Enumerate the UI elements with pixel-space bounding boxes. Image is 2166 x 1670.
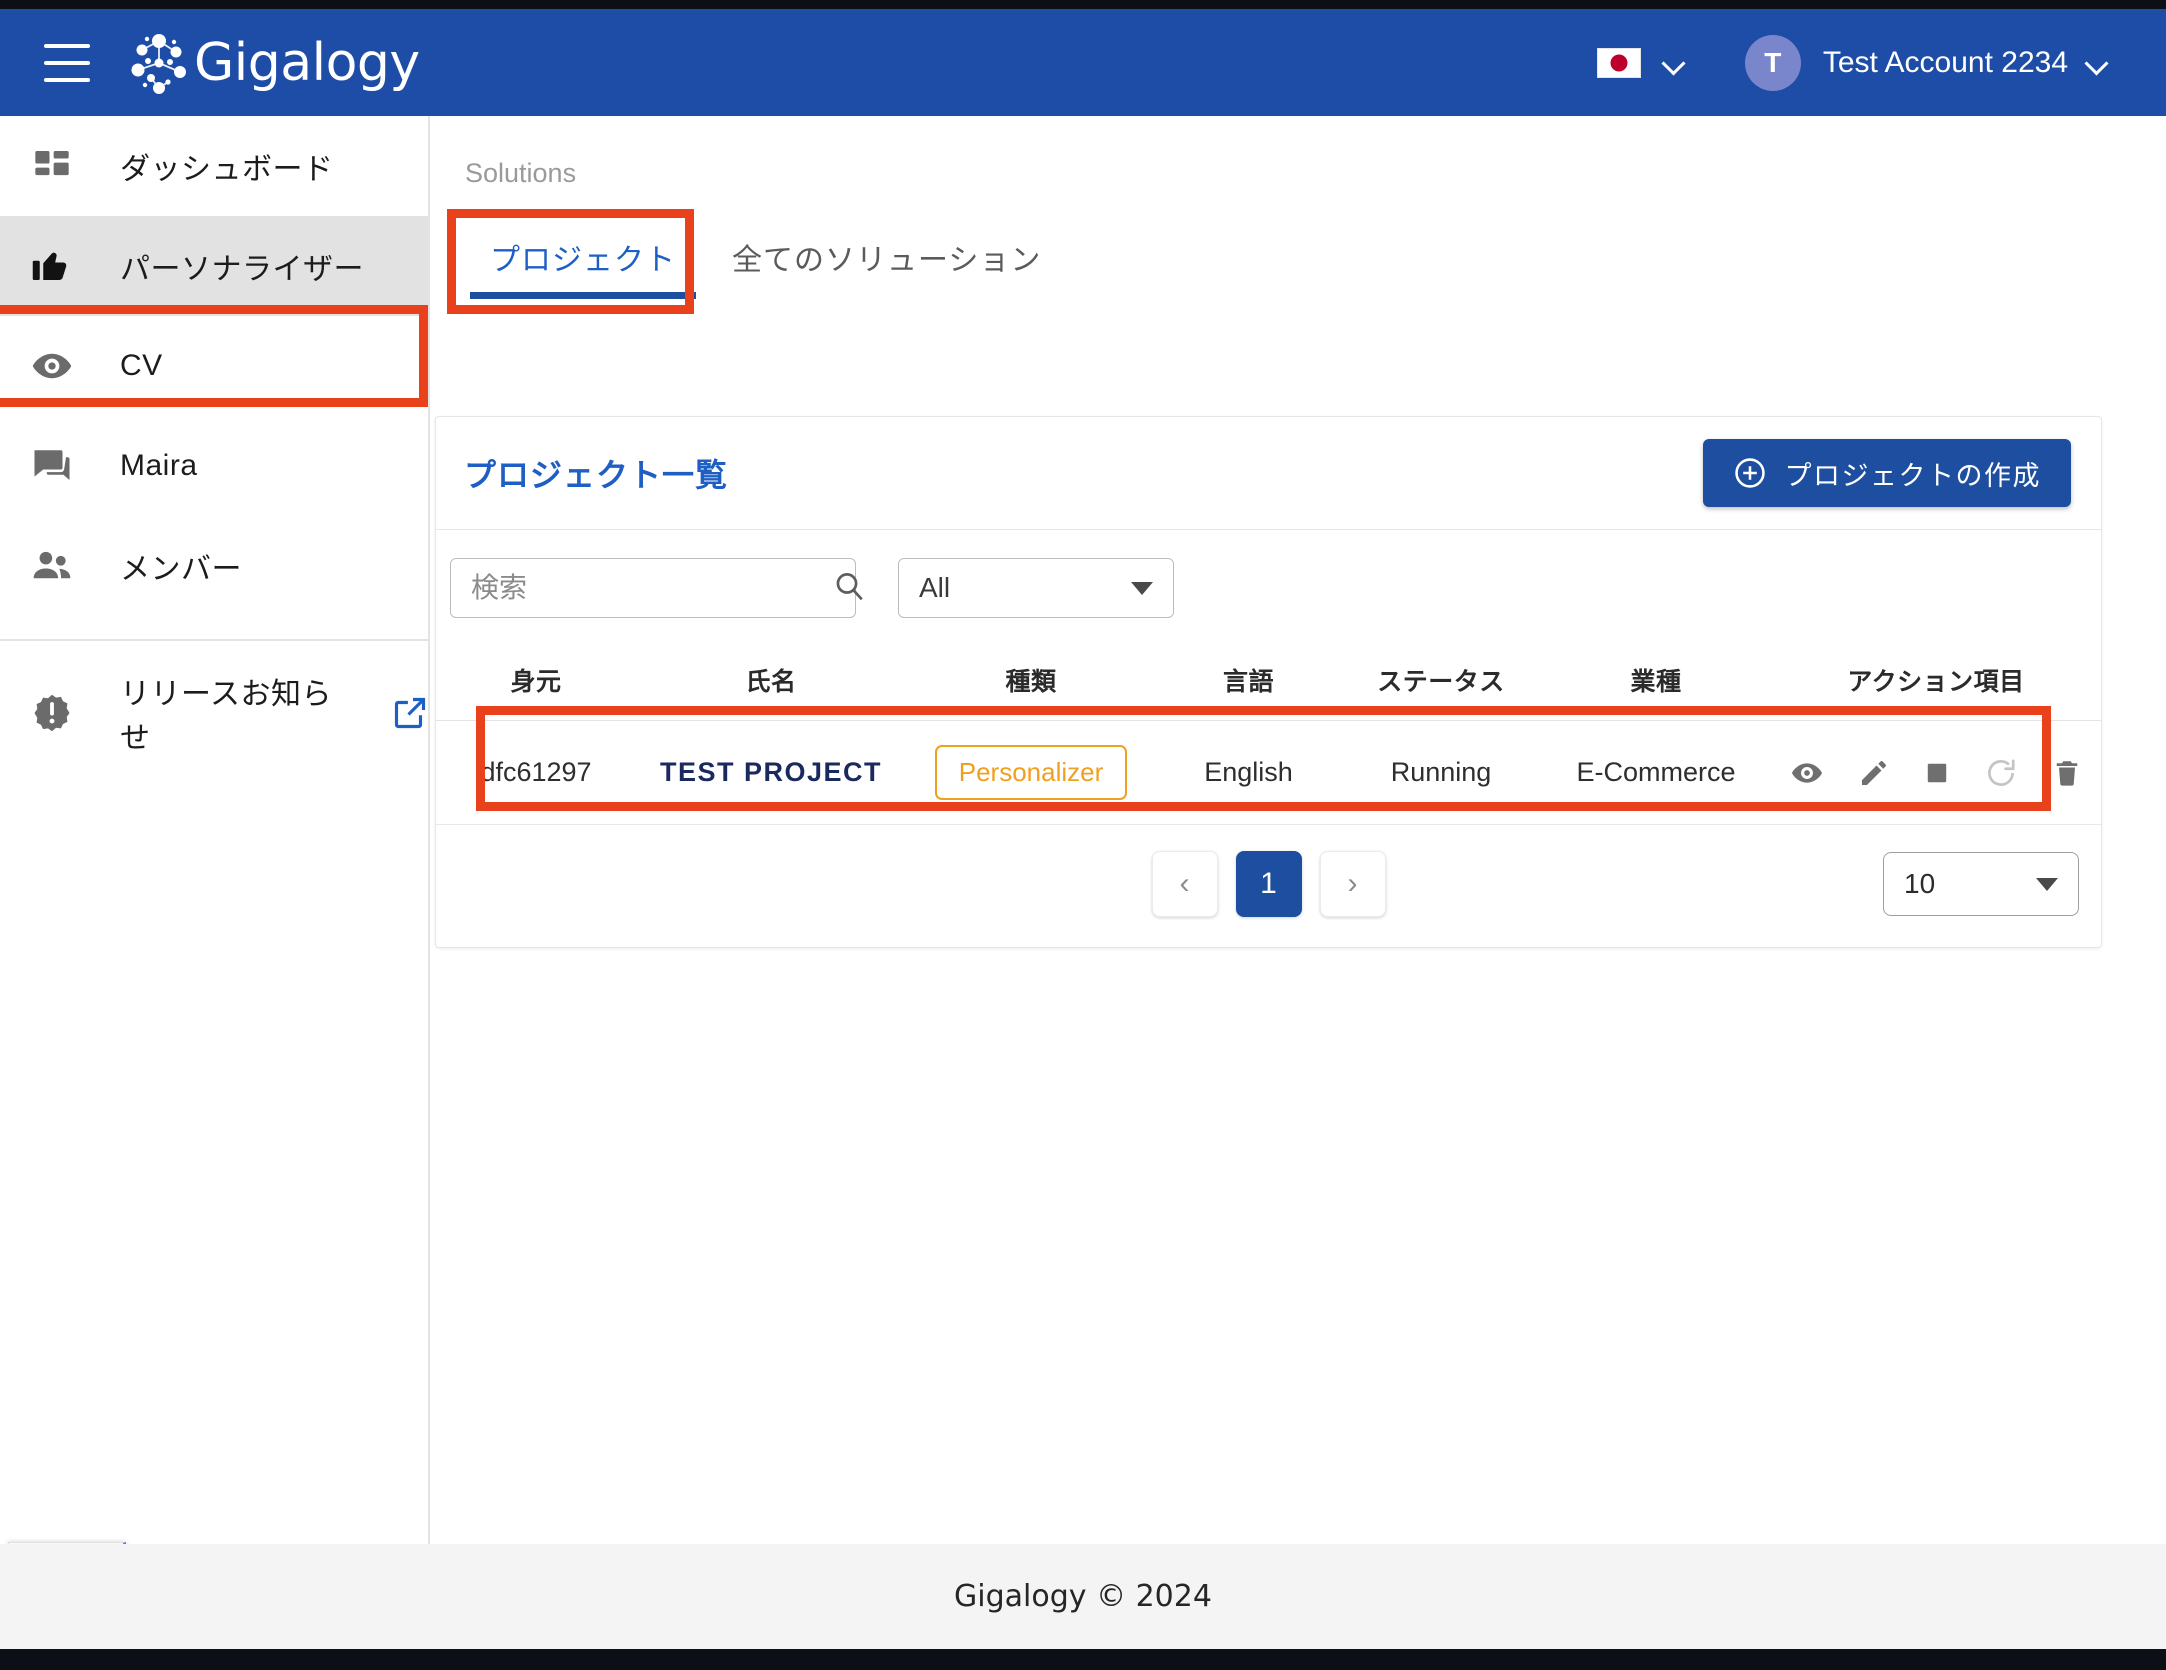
chevron-down-icon [2036, 878, 2058, 891]
column-header-name: 氏名 [636, 646, 906, 721]
column-header-type: 種類 [906, 646, 1156, 721]
cell-id: dfc61297 [436, 721, 636, 825]
delete-icon[interactable] [2052, 758, 2082, 788]
thumbs-up-icon [22, 242, 82, 290]
cell-language: English [1156, 721, 1341, 825]
create-project-button[interactable]: プロジェクトの作成 [1703, 439, 2072, 507]
sidebar-item-label: CV [120, 349, 163, 383]
type-filter-select[interactable]: All [898, 558, 1174, 618]
chevron-down-icon [1131, 582, 1153, 595]
external-link-icon[interactable] [392, 695, 428, 731]
avatar: T [1745, 35, 1801, 91]
sidebar-item-members[interactable]: メンバー [0, 516, 428, 616]
pagination-prev-button[interactable]: ‹ [1152, 851, 1218, 917]
tab-all-solutions[interactable]: 全てのソリューション [704, 235, 1069, 299]
sidebar-item-label: パーソナライザー [120, 244, 364, 288]
type-badge[interactable]: Personalizer [935, 745, 1128, 800]
card-header: プロジェクト一覧 プロジェクトの作成 [436, 417, 2101, 529]
column-header-industry: 業種 [1541, 646, 1771, 721]
footer-copyright: Gigalogy © 2024 [954, 1579, 1212, 1614]
tab-bar: プロジェクト 全てのソリューション [462, 213, 2166, 299]
sidebar-item-label: メンバー [120, 544, 242, 588]
account-name: Test Account 2234 [1823, 46, 2068, 80]
sidebar-item-label: リリースお知らせ [120, 669, 356, 757]
rows-per-page-select[interactable]: 10 [1883, 852, 2079, 916]
card-title: プロジェクト一覧 [464, 450, 728, 496]
restart-icon [1984, 756, 2018, 790]
pagination-controls: ‹ 1 › [1152, 851, 1386, 917]
header-actions: T Test Account 2234 [1597, 35, 2108, 91]
pagination-next-button[interactable]: › [1320, 851, 1386, 917]
tab-projects[interactable]: プロジェクト [462, 235, 704, 299]
sidebar-item-cv[interactable]: CV [0, 316, 428, 416]
hamburger-icon[interactable] [44, 44, 90, 82]
main-content: Solutions プロジェクト 全てのソリューション プロジェクト一覧 プロジ… [432, 116, 2166, 1544]
projects-table: 身元 氏名 種類 言語 ステータス 業種 アクション項目 dfc61297 TE… [436, 646, 2101, 825]
type-filter-value: All [919, 572, 1131, 604]
column-header-id: 身元 [436, 646, 636, 721]
table-row: dfc61297 TEST PROJECT Personalizer Engli… [436, 721, 2101, 825]
sidebar-item-maira[interactable]: Maira [0, 416, 428, 516]
sidebar-item-personalizer[interactable]: パーソナライザー [0, 216, 428, 316]
app-window: Gigalogy T Test Account 2234 [0, 9, 2166, 1649]
column-header-language: 言語 [1156, 646, 1341, 721]
create-project-label: プロジェクトの作成 [1785, 454, 2042, 493]
view-icon[interactable] [1790, 756, 1824, 790]
search-input[interactable] [471, 572, 832, 604]
people-icon [22, 542, 82, 590]
projects-card: プロジェクト一覧 プロジェクトの作成 [435, 416, 2102, 948]
rows-per-page-value: 10 [1904, 868, 2036, 900]
alert-badge-icon [22, 689, 82, 737]
gigalogy-mark-icon [126, 30, 192, 96]
eye-icon [22, 342, 82, 390]
sidebar: ダッシュボード パーソナライザー CV [0, 116, 430, 1544]
cell-status: Running [1341, 721, 1541, 825]
chevron-down-icon [1663, 52, 1685, 74]
stop-icon[interactable] [1924, 760, 1950, 786]
project-name-link[interactable]: TEST PROJECT [660, 757, 882, 787]
sidebar-item-dashboard[interactable]: ダッシュボード [0, 116, 428, 216]
japan-flag-icon [1597, 48, 1641, 78]
plus-circle-icon [1733, 456, 1767, 490]
search-icon [832, 569, 866, 608]
cell-industry: E-Commerce [1541, 721, 1771, 825]
sidebar-divider [0, 639, 428, 641]
chevron-down-icon [2086, 52, 2108, 74]
brand-logo[interactable]: Gigalogy [126, 30, 420, 96]
row-actions [1771, 756, 2101, 790]
sidebar-item-label: Maira [120, 449, 198, 483]
table-header-row: 身元 氏名 種類 言語 ステータス 業種 アクション項目 [436, 646, 2101, 721]
account-menu[interactable]: T Test Account 2234 [1745, 35, 2108, 91]
sidebar-item-release-notes[interactable]: リリースお知らせ [0, 663, 428, 763]
dashboard-icon [22, 142, 82, 190]
pagination-page-1[interactable]: 1 [1236, 851, 1302, 917]
column-header-actions: アクション項目 [1771, 646, 2101, 721]
app-header: Gigalogy T Test Account 2234 [0, 9, 2166, 116]
brand-name: Gigalogy [194, 33, 420, 93]
search-box[interactable] [450, 558, 856, 618]
chat-icon [22, 442, 82, 490]
filter-bar: All [436, 530, 2101, 646]
footer: Gigalogy © 2024 [0, 1544, 2166, 1649]
sidebar-item-label: ダッシュボード [120, 144, 334, 188]
pagination-bar: ‹ 1 › 10 [436, 825, 2101, 947]
language-selector[interactable] [1597, 48, 1685, 78]
column-header-status: ステータス [1341, 646, 1541, 721]
breadcrumb: Solutions [465, 116, 2166, 189]
edit-icon[interactable] [1858, 757, 1890, 789]
